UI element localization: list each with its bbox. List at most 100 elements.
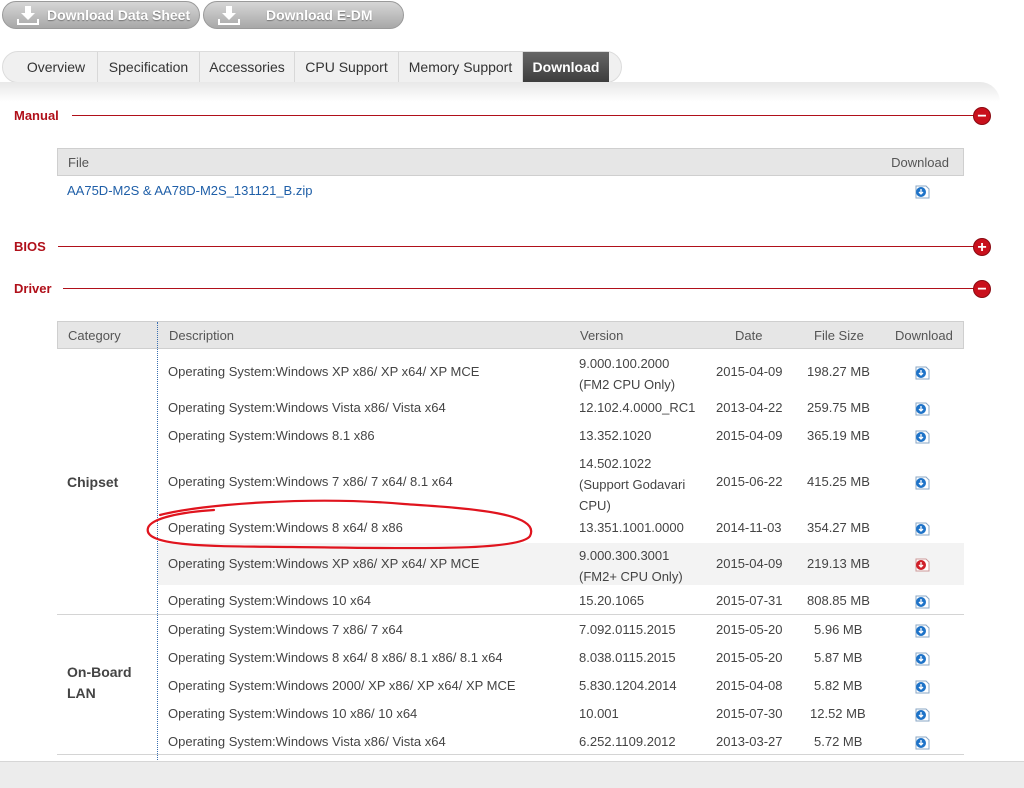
tab-overview[interactable]: Overview bbox=[15, 52, 98, 82]
download-icon[interactable] bbox=[913, 705, 931, 723]
manual-table-header: File Download bbox=[57, 148, 964, 176]
row-description: Operating System:Windows 2000/ XP x86/ X… bbox=[168, 678, 516, 693]
row-date: 2015-06-22 bbox=[716, 474, 783, 489]
download-edm-label: Download E-DM bbox=[266, 7, 373, 23]
header-description: Description bbox=[169, 328, 235, 343]
collapse-manual-toggle[interactable]: − bbox=[973, 107, 991, 125]
manual-header-download: Download bbox=[891, 155, 949, 170]
row-description: Operating System:Windows Vista x86/ Vist… bbox=[168, 400, 446, 415]
download-icon[interactable] bbox=[913, 621, 931, 639]
row-file-size: 365.19 MB bbox=[807, 428, 870, 443]
download-edm-button[interactable]: Download E-DM bbox=[203, 1, 404, 29]
row-description: Operating System:Windows 10 x86/ 10 x64 bbox=[168, 706, 418, 721]
row-version: 5.830.1204.2014 bbox=[579, 678, 677, 693]
table-bottom-border bbox=[57, 754, 964, 755]
tab-memory-support[interactable]: Memory Support bbox=[399, 52, 523, 82]
row-description: Operating System:Windows Vista x86/ Vist… bbox=[168, 734, 446, 749]
manual-file-link[interactable]: AA75D-M2S & AA78D-M2S_131121_B.zip bbox=[67, 183, 312, 198]
row-date: 2015-04-08 bbox=[716, 678, 783, 693]
row-description: Operating System:Windows 8 x64/ 8 x86/ 8… bbox=[168, 650, 503, 665]
group-divider bbox=[57, 614, 964, 615]
row-description: Operating System:Windows 8.1 x86 bbox=[168, 428, 375, 443]
row-version: 8.038.0115.2015 bbox=[579, 650, 676, 665]
row-file-size: 12.52 MB bbox=[810, 706, 866, 721]
download-icon bbox=[17, 5, 39, 25]
row-date: 2015-04-09 bbox=[716, 364, 783, 379]
header-date: Date bbox=[735, 328, 763, 343]
download-icon[interactable] bbox=[913, 182, 931, 200]
download-icon[interactable] bbox=[913, 649, 931, 667]
row-version: 6.252.1109.2012 bbox=[579, 734, 676, 749]
row-date: 2015-04-09 bbox=[716, 556, 783, 571]
tab-specification[interactable]: Specification bbox=[98, 52, 200, 82]
row-file-size: 5.72 MB bbox=[814, 734, 863, 749]
row-file-size: 354.27 MB bbox=[807, 520, 870, 535]
row-file-size: 198.27 MB bbox=[807, 364, 870, 379]
category-on-board-lan: On-Board LAN bbox=[67, 664, 132, 701]
section-bios-title: BIOS bbox=[14, 239, 46, 254]
tab-bar: Overview Specification Accessories CPU S… bbox=[2, 51, 622, 83]
manual-header-file: File bbox=[68, 155, 89, 170]
row-version: 13.351.1001.0000 bbox=[579, 520, 684, 535]
row-version: 13.352.1020 bbox=[579, 428, 652, 443]
section-divider bbox=[72, 115, 974, 116]
row-file-size: 415.25 MB bbox=[807, 474, 870, 489]
download-icon[interactable] bbox=[913, 363, 931, 381]
row-version: 10.001 bbox=[579, 706, 619, 721]
row-date: 2015-05-20 bbox=[716, 622, 783, 637]
download-icon[interactable] bbox=[913, 519, 931, 537]
download-icon[interactable] bbox=[913, 399, 931, 417]
row-date: 2015-04-09 bbox=[716, 428, 783, 443]
tab-cpu-support[interactable]: CPU Support bbox=[295, 52, 399, 82]
row-description: Operating System:Windows XP x86/ XP x64/… bbox=[168, 364, 480, 379]
row-date: 2013-03-27 bbox=[716, 734, 783, 749]
row-date: 2014-11-03 bbox=[716, 520, 782, 535]
section-manual-title: Manual bbox=[14, 108, 59, 123]
section-divider bbox=[63, 288, 974, 289]
content-top-shade bbox=[0, 82, 1000, 102]
driver-table-header: Category Description Version Date File S… bbox=[57, 321, 964, 349]
row-file-size: 5.96 MB bbox=[814, 622, 863, 637]
download-icon[interactable] bbox=[913, 733, 931, 751]
row-file-size: 219.13 MB bbox=[807, 556, 870, 571]
row-version: 15.20.1065 bbox=[579, 593, 645, 608]
header-category: Category bbox=[68, 328, 121, 343]
header-file-size: File Size bbox=[814, 328, 864, 343]
collapse-driver-toggle[interactable]: − bbox=[973, 280, 991, 298]
download-icon[interactable] bbox=[913, 427, 931, 445]
row-version: 9.000.100.2000 (FM2 CPU Only) bbox=[579, 356, 676, 392]
download-icon[interactable] bbox=[913, 592, 931, 610]
row-date: 2015-07-30 bbox=[716, 706, 783, 721]
row-date: 2015-05-20 bbox=[716, 650, 783, 665]
header-download: Download bbox=[895, 328, 953, 343]
row-file-size: 5.87 MB bbox=[814, 650, 863, 665]
tab-accessories[interactable]: Accessories bbox=[200, 52, 295, 82]
horizontal-scrollbar[interactable] bbox=[0, 761, 1024, 788]
row-version: 7.092.0115.2015 bbox=[579, 622, 676, 637]
row-file-size: 5.82 MB bbox=[814, 678, 863, 693]
row-version: 12.102.4.0000_RC1 bbox=[579, 400, 696, 415]
section-divider bbox=[58, 246, 974, 247]
row-version: 14.502.1022 (Support Godavari CPU) bbox=[579, 456, 686, 513]
download-icon bbox=[218, 5, 240, 25]
expand-bios-toggle[interactable]: + bbox=[973, 238, 991, 256]
row-description: Operating System:Windows XP x86/ XP x64/… bbox=[168, 556, 480, 571]
row-description: Operating System:Windows 7 x86/ 7 x64/ 8… bbox=[168, 474, 453, 489]
download-icon-hover[interactable] bbox=[913, 555, 931, 573]
download-datasheet-label: Download Data Sheet bbox=[47, 7, 191, 23]
header-version: Version bbox=[580, 328, 624, 343]
download-datasheet-button[interactable]: Download Data Sheet bbox=[2, 1, 200, 29]
row-date: 2015-07-31 bbox=[716, 593, 783, 608]
row-description: Operating System:Windows 7 x86/ 7 x64 bbox=[168, 622, 403, 637]
row-date: 2013-04-22 bbox=[716, 400, 783, 415]
row-file-size: 808.85 MB bbox=[807, 593, 870, 608]
download-icon[interactable] bbox=[913, 473, 931, 491]
tab-download[interactable]: Download bbox=[523, 52, 609, 82]
row-version: 9.000.300.3001 (FM2+ CPU Only) bbox=[579, 548, 683, 584]
category-chipset: Chipset bbox=[67, 474, 119, 490]
row-description: Operating System:Windows 10 x64 bbox=[168, 593, 372, 608]
row-file-size: 259.75 MB bbox=[807, 400, 870, 415]
download-icon[interactable] bbox=[913, 677, 931, 695]
section-driver-title: Driver bbox=[14, 281, 52, 296]
annotation-circle bbox=[146, 499, 533, 550]
